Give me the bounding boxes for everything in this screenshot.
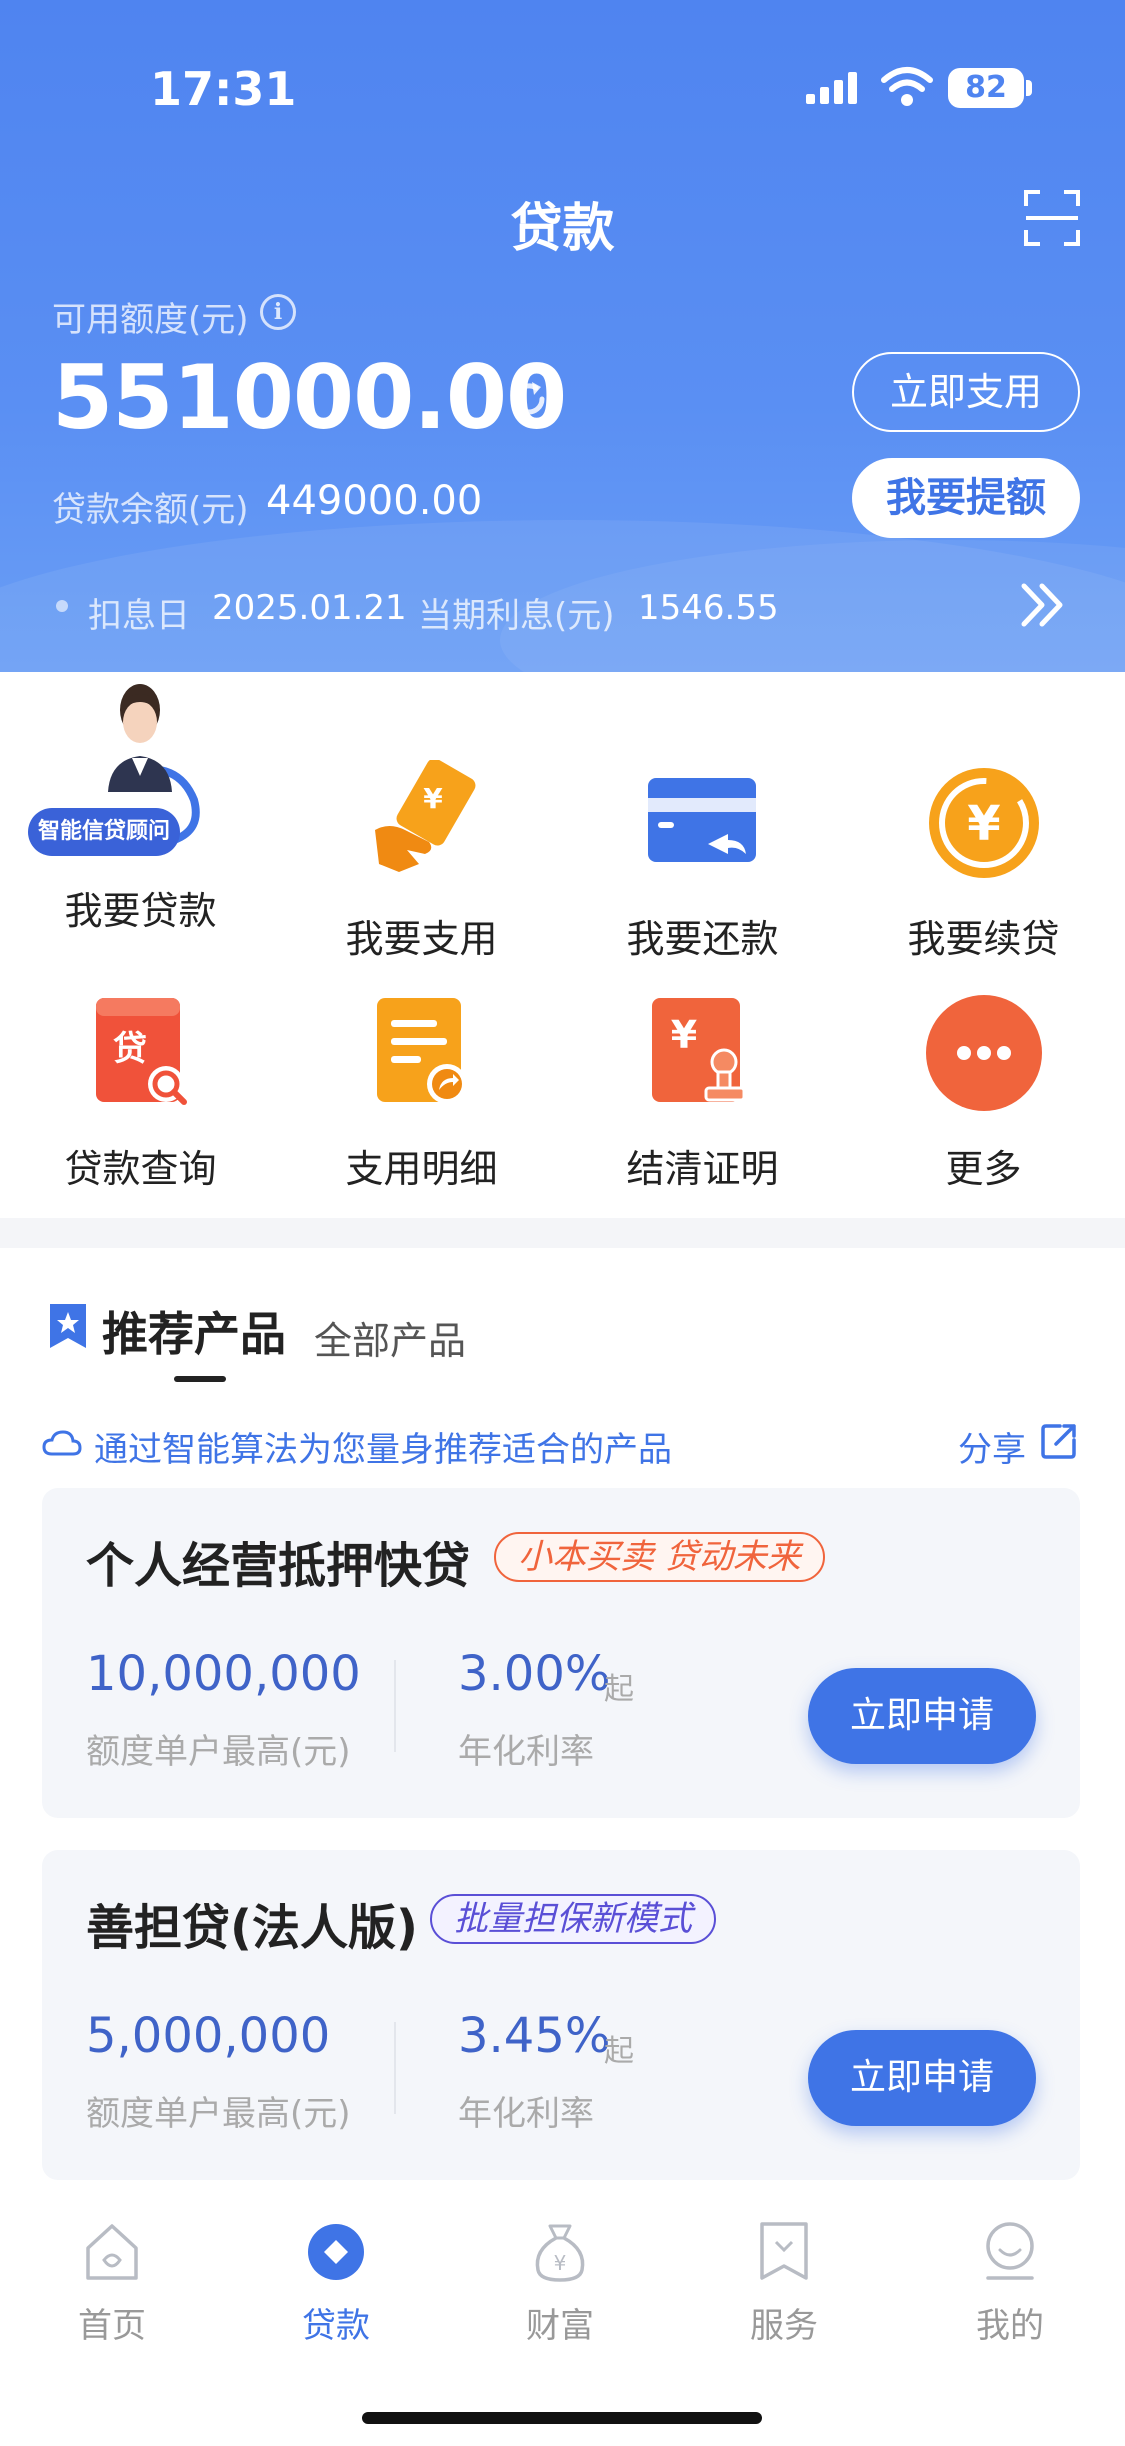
product-rate-suffix: 起 xyxy=(604,1672,634,1707)
grid-item-withdraw[interactable]: ¥ 我要支用 xyxy=(281,760,562,961)
wealth-bag-icon: ¥ xyxy=(535,2224,585,2282)
nav-label: 贷款 xyxy=(302,2306,370,2346)
grid-item-settlement-cert[interactable]: ¥ 结清证明 xyxy=(562,990,843,1191)
grid-item-more[interactable]: 更多 xyxy=(843,990,1124,1191)
wifi-icon xyxy=(881,67,933,106)
signal-icon xyxy=(806,72,857,104)
deduct-date-label: 扣息日 xyxy=(88,596,190,636)
battery-indicator: 82 xyxy=(948,68,1024,108)
share-button[interactable]: 分享 xyxy=(958,1422,1026,1471)
tab-all-products[interactable]: 全部产品 xyxy=(314,1310,466,1365)
apply-now-button[interactable]: 立即申请 xyxy=(808,2030,1036,2126)
hand-card-icon: ¥ xyxy=(375,760,476,872)
grid-label: 我要贷款 xyxy=(64,889,217,933)
product-amount: 10,000,000 xyxy=(86,1646,361,1702)
svg-text:¥: ¥ xyxy=(554,2251,567,2275)
interest-value: 1546.55 xyxy=(638,588,779,628)
product-tag: 小本买卖 贷动未来 xyxy=(494,1532,825,1582)
loan-icon xyxy=(308,2224,364,2280)
recommend-description: 通过智能算法为您量身推荐适合的产品 xyxy=(94,1430,672,1470)
product-title: 个人经营抵押快贷 xyxy=(86,1538,471,1594)
battery-tip xyxy=(1026,80,1032,96)
grid-label: 结清证明 xyxy=(626,1147,779,1191)
double-chevron-right-icon[interactable] xyxy=(1018,580,1070,630)
bullet-dot xyxy=(56,600,68,612)
balance-value: 449000.00 xyxy=(266,478,483,524)
grid-item-loan-query[interactable]: 贷 贷款查询 xyxy=(0,990,281,1191)
product-card[interactable]: 个人经营抵押快贷 小本买卖 贷动未来 10,000,000 额度单户最高(元) … xyxy=(42,1488,1080,1818)
grid-label: 我要续贷 xyxy=(907,917,1060,961)
product-amount: 5,000,000 xyxy=(86,2008,331,2064)
apply-now-button[interactable]: 立即申请 xyxy=(808,1668,1036,1764)
grid-label: 我要还款 xyxy=(626,917,779,961)
loan-search-icon: 贷 xyxy=(96,998,187,1105)
nav-label: 财富 xyxy=(526,2306,594,2346)
product-amount-label: 额度单户最高(元) xyxy=(86,1732,351,1772)
nav-label: 服务 xyxy=(750,2306,818,2346)
grid-item-renew[interactable]: ¥ 我要续贷 xyxy=(843,760,1124,961)
bookmark-star-icon xyxy=(50,1304,86,1348)
status-time: 17:31 xyxy=(150,62,297,116)
advisor-badge[interactable]: 智能信贷顾问 xyxy=(28,808,180,856)
page-title: 贷款 xyxy=(510,199,615,259)
product-rate-label: 年化利率 xyxy=(458,2094,594,2134)
grid-item-withdraw-detail[interactable]: 支用明细 xyxy=(281,990,562,1191)
card-return-icon xyxy=(648,778,756,862)
grid-label: 支用明细 xyxy=(345,1147,498,1191)
cloud-icon xyxy=(42,1430,82,1456)
receipt-icon xyxy=(377,998,467,1104)
product-rate-label: 年化利率 xyxy=(458,1732,594,1772)
grid-label: 我要支用 xyxy=(345,917,498,961)
svg-text:贷: 贷 xyxy=(113,1029,147,1069)
nav-label: 首页 xyxy=(78,2306,146,2346)
nav-label: 我的 xyxy=(976,2306,1044,2346)
tab-recommended[interactable]: 推荐产品 xyxy=(102,1298,286,1364)
interest-label: 当期利息(元) xyxy=(418,596,615,636)
product-amount-label: 额度单户最高(元) xyxy=(86,2094,351,2134)
more-icon xyxy=(926,995,1042,1111)
card-divider xyxy=(394,1660,396,1752)
product-tag: 批量担保新模式 xyxy=(430,1894,716,1944)
home-indicator xyxy=(362,2412,762,2424)
home-icon xyxy=(86,2224,138,2280)
svg-text:¥: ¥ xyxy=(967,796,1000,852)
profile-icon xyxy=(986,2222,1034,2280)
yuan-coin-icon: ¥ xyxy=(929,768,1039,878)
product-rate: 3.00% xyxy=(458,1646,611,1702)
refresh-icon[interactable] xyxy=(508,378,550,420)
scan-icon[interactable] xyxy=(1024,190,1080,246)
grid-label: 更多 xyxy=(945,1147,1022,1191)
service-icon xyxy=(760,2222,808,2280)
balance-label: 贷款余额(元) xyxy=(52,490,249,530)
product-card[interactable]: 善担贷(法人版) 批量担保新模式 5,000,000 额度单户最高(元) 3.4… xyxy=(42,1850,1080,2180)
product-rate-suffix: 起 xyxy=(604,2034,634,2069)
product-rate: 3.45% xyxy=(458,2008,611,2064)
certificate-stamp-icon: ¥ xyxy=(652,998,746,1102)
svg-text:¥: ¥ xyxy=(671,1013,697,1057)
share-icon[interactable] xyxy=(1040,1422,1078,1460)
info-icon[interactable]: i xyxy=(260,294,296,330)
raise-limit-button[interactable]: 我要提额 xyxy=(852,458,1080,538)
deduct-date-value: 2025.01.21 xyxy=(212,588,407,628)
tab-underline xyxy=(174,1376,226,1382)
grid-item-repay[interactable]: 我要还款 xyxy=(562,760,843,961)
use-now-button[interactable]: 立即支用 xyxy=(852,352,1080,432)
card-divider xyxy=(394,2022,396,2114)
product-title: 善担贷(法人版) xyxy=(86,1900,418,1956)
available-label: 可用额度(元) xyxy=(52,300,249,340)
svg-text:¥: ¥ xyxy=(423,782,443,815)
available-amount: 551000.00 xyxy=(52,346,567,449)
grid-label: 贷款查询 xyxy=(64,1147,217,1191)
